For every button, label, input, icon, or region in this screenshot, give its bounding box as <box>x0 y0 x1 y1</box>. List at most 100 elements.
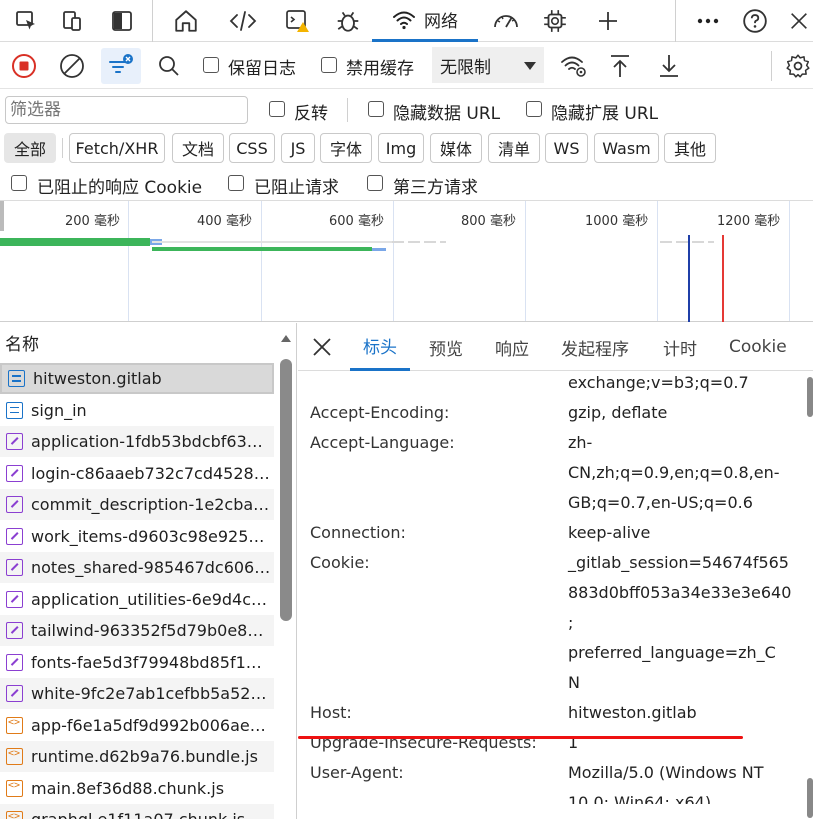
request-row[interactable]: runtime.d62b9a76.bundle.js <box>0 741 274 772</box>
type-filter-chip[interactable]: 清单 <box>488 133 540 163</box>
timeline-gridline <box>525 201 526 321</box>
request-row[interactable]: white-9fc2e7ab1cefbb5a52… <box>0 678 274 709</box>
request-row[interactable]: main.8ef36d88.chunk.js <box>0 773 274 804</box>
throttling-select[interactable]: 无限制 <box>432 47 544 83</box>
request-row[interactable]: application-1fdb53bdcbf63… <box>0 426 274 457</box>
welcome-home-icon[interactable] <box>166 0 206 42</box>
request-bar <box>660 241 714 243</box>
request-name: commit_description-1e2cba… <box>31 495 270 514</box>
type-filter-chip[interactable]: CSS <box>229 133 275 163</box>
blocked-requests-label: 已阻止请求 <box>254 178 339 198</box>
import-har-icon[interactable] <box>606 51 634 81</box>
hide-data-urls-checkbox[interactable] <box>368 101 384 117</box>
resource-type-filters: 全部 Fetch/XHR 文档 CSS JS 字体 Img 媒体 清单 WS W… <box>0 130 813 166</box>
details-scrollbar-thumb[interactable] <box>807 778 813 818</box>
hide-extension-urls-label: 隐藏扩展 URL <box>551 104 659 124</box>
add-tool-plus-icon[interactable] <box>590 0 626 42</box>
list-scrollbar-thumb[interactable] <box>280 359 292 621</box>
header-value-line: CN,zh;q=0.9,en;q=0.8,en- <box>568 463 780 482</box>
type-filter-chip[interactable]: Img <box>378 133 424 163</box>
tab-network[interactable]: 网络 <box>372 0 478 42</box>
timeline-gridline <box>128 201 129 321</box>
timeline-gridline <box>657 201 658 321</box>
dock-side-icon[interactable] <box>104 0 140 42</box>
request-bar <box>392 241 446 243</box>
network-conditions-icon[interactable] <box>558 51 590 81</box>
type-filter-chip[interactable]: 其他 <box>664 133 716 163</box>
request-row[interactable]: app-f6e1a5df9d992b006ae… <box>0 710 274 741</box>
third-party-checkbox[interactable] <box>367 175 383 191</box>
more-options-icon[interactable] <box>690 0 726 42</box>
request-row[interactable]: application_utilities-6e9d4c… <box>0 584 274 615</box>
request-row[interactable]: login-c86aaeb732c7cd4528… <box>0 458 274 489</box>
details-scrollbar-thumb[interactable] <box>807 377 813 417</box>
tab-response[interactable]: 响应 <box>495 323 529 371</box>
filter-input[interactable] <box>5 96 248 124</box>
type-filter-chip[interactable]: 文档 <box>172 133 224 163</box>
type-filter-chip[interactable]: JS <box>281 133 315 163</box>
request-row[interactable]: graphql.e1f11a07.chunk.js <box>0 804 274 819</box>
search-icon[interactable] <box>154 51 184 81</box>
export-har-icon[interactable] <box>655 51 683 81</box>
tab-preview[interactable]: 预览 <box>429 323 463 371</box>
type-filter-chip[interactable]: 全部 <box>4 133 56 163</box>
invert-checkbox[interactable] <box>269 101 285 117</box>
timeline-selection-handle[interactable] <box>0 201 4 231</box>
scroll-up-arrow-icon[interactable] <box>279 331 293 345</box>
clear-log-icon[interactable] <box>56 51 88 81</box>
type-filter-chip[interactable]: 媒体 <box>430 133 482 163</box>
debugger-bug-icon[interactable] <box>328 0 368 42</box>
close-details-icon[interactable] <box>310 335 334 359</box>
header-value: gzip, deflate <box>568 398 788 428</box>
tab-initiator[interactable]: 发起程序 <box>561 323 629 371</box>
timeline-gridline <box>261 201 262 321</box>
header-value: zh- CN,zh;q=0.9,en;q=0.8,en- GB;q=0.7,en-U… <box>568 428 788 518</box>
blocked-cookies-checkbox[interactable] <box>11 175 27 191</box>
request-bar <box>0 238 150 246</box>
elements-code-icon[interactable] <box>222 0 264 42</box>
script-file-icon <box>6 433 23 450</box>
filter-toggle-icon[interactable] <box>101 48 141 84</box>
header-value-line: keep-alive <box>568 523 651 542</box>
console-warning-icon[interactable] <box>278 0 318 42</box>
request-name: hitweston.gitlab <box>33 369 162 388</box>
settings-gear-icon[interactable] <box>783 51 813 81</box>
close-devtools-icon[interactable] <box>784 0 813 42</box>
request-row[interactable]: work_items-d9603c98e9259… <box>0 521 274 552</box>
request-name: fonts-fae5d3f79948bd85f18… <box>31 652 271 672</box>
type-filter-chip[interactable]: 字体 <box>320 133 372 163</box>
name-column-header[interactable]: 名称 <box>0 323 278 361</box>
third-party-label: 第三方请求 <box>393 178 478 198</box>
type-filter-chip[interactable]: Wasm <box>594 133 659 163</box>
performance-gauge-icon[interactable] <box>486 0 526 42</box>
tab-cookies[interactable]: Cookie <box>729 323 787 371</box>
tab-timing[interactable]: 计时 <box>663 323 697 371</box>
request-row[interactable]: sign_in <box>0 395 274 426</box>
hide-extension-urls-checkbox[interactable] <box>526 101 542 117</box>
script-file-icon <box>6 590 23 608</box>
request-row[interactable]: tailwind-963352f5d79b0e81… <box>0 615 274 646</box>
help-icon[interactable] <box>737 0 773 42</box>
disable-cache-checkbox[interactable] <box>321 57 337 73</box>
memory-chip-icon[interactable] <box>535 0 575 42</box>
preserve-log-checkbox[interactable] <box>203 57 219 73</box>
timeline-tick-label: 400 毫秒 <box>197 214 252 229</box>
request-row[interactable]: hitweston.gitlab <box>0 363 274 394</box>
request-row[interactable]: notes_shared-985467dc606… <box>0 552 274 583</box>
tab-network-label: 网络 <box>424 12 458 32</box>
type-filter-chip[interactable]: Fetch/XHR <box>69 133 165 163</box>
blocked-requests-checkbox[interactable] <box>228 175 244 191</box>
tab-headers[interactable]: 标头 <box>350 323 410 371</box>
devtools-tab-bar: 网络 <box>0 0 813 42</box>
network-overview-timeline[interactable]: 200 毫秒 400 毫秒 600 毫秒 800 毫秒 1000 毫秒 1200… <box>0 201 813 322</box>
load-event-marker <box>722 235 724 322</box>
inspect-element-icon[interactable] <box>8 0 44 42</box>
request-row[interactable]: fonts-fae5d3f79948bd85f18… <box>0 647 274 678</box>
request-name: sign_in <box>31 400 87 420</box>
stop-recording-icon[interactable] <box>8 51 40 81</box>
blocked-filters-row: 已阻止的响应 Cookie 已阻止请求 第三方请求 <box>0 167 813 201</box>
device-emulation-icon[interactable] <box>54 0 90 42</box>
request-name: application_utilities-6e9d4c… <box>31 589 268 609</box>
type-filter-chip[interactable]: WS <box>545 133 588 163</box>
request-row[interactable]: commit_description-1e2cba… <box>0 489 274 520</box>
